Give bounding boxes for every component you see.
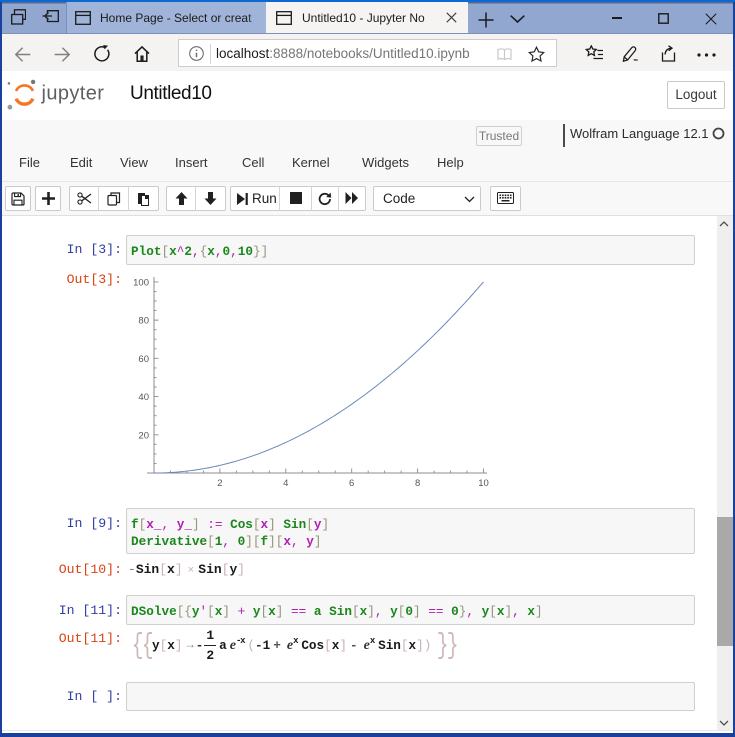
svg-text:jupyter: jupyter xyxy=(41,82,105,104)
svg-text:8: 8 xyxy=(415,478,420,489)
svg-text:100: 100 xyxy=(133,277,149,288)
svg-text:6: 6 xyxy=(349,478,354,489)
svg-text:4: 4 xyxy=(283,478,288,489)
svg-text:10: 10 xyxy=(478,478,489,489)
svg-text:60: 60 xyxy=(138,354,149,365)
svg-text:80: 80 xyxy=(138,316,149,327)
svg-text:20: 20 xyxy=(138,431,149,442)
svg-text:2: 2 xyxy=(217,478,222,489)
svg-text:40: 40 xyxy=(138,392,149,403)
